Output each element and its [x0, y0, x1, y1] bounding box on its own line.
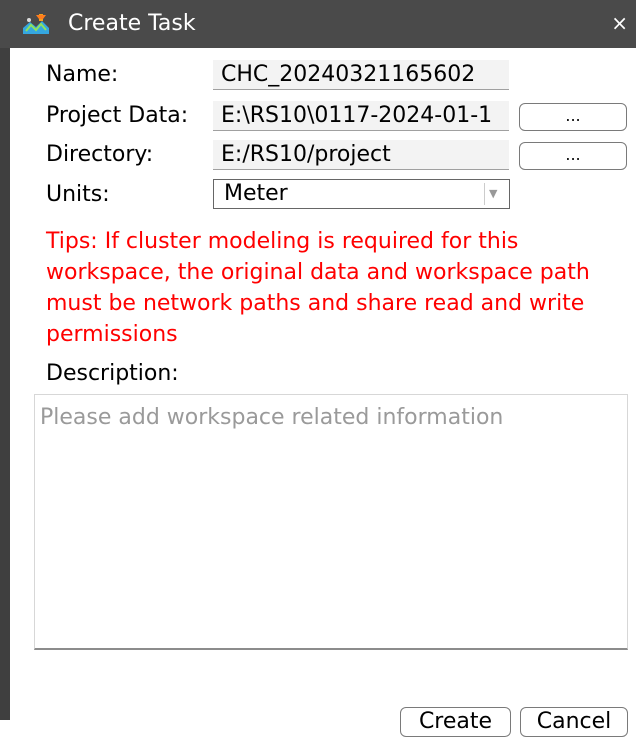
chevron-down-icon[interactable]: ▼	[489, 184, 497, 204]
title-bar[interactable]: Create Task ×	[0, 0, 636, 48]
project-data-browse-button[interactable]: ...	[519, 103, 627, 131]
cluster-tips-text: Tips: If cluster modeling is required fo…	[46, 229, 590, 347]
create-button[interactable]: Create	[400, 707, 511, 737]
directory-browse-button[interactable]: ...	[519, 142, 627, 170]
select-divider	[484, 183, 485, 205]
cancel-button[interactable]: Cancel	[520, 707, 628, 737]
description-label: Description:	[46, 361, 179, 386]
description-textarea[interactable]: Please add workspace related information	[34, 394, 628, 650]
dialog-title: Create Task	[68, 11, 196, 36]
project-data-input[interactable]: E:\RS10\0117-2024-01-1	[213, 101, 509, 131]
create-task-dialog: Create Task × Name: CHC_20240321165602 P…	[0, 0, 636, 737]
project-data-label: Project Data:	[46, 103, 189, 128]
close-icon[interactable]: ×	[611, 11, 628, 35]
units-select[interactable]: Meter ▼	[213, 179, 510, 209]
units-selected-value: Meter	[224, 181, 288, 206]
directory-label: Directory:	[46, 142, 154, 167]
units-label: Units:	[46, 182, 110, 207]
app-logo-icon	[23, 14, 49, 34]
description-placeholder: Please add workspace related information	[40, 405, 504, 430]
dialog-left-border	[0, 0, 10, 720]
directory-input[interactable]: E:/RS10/project	[213, 140, 509, 170]
name-label: Name:	[46, 62, 119, 87]
name-input[interactable]: CHC_20240321165602	[213, 60, 509, 90]
